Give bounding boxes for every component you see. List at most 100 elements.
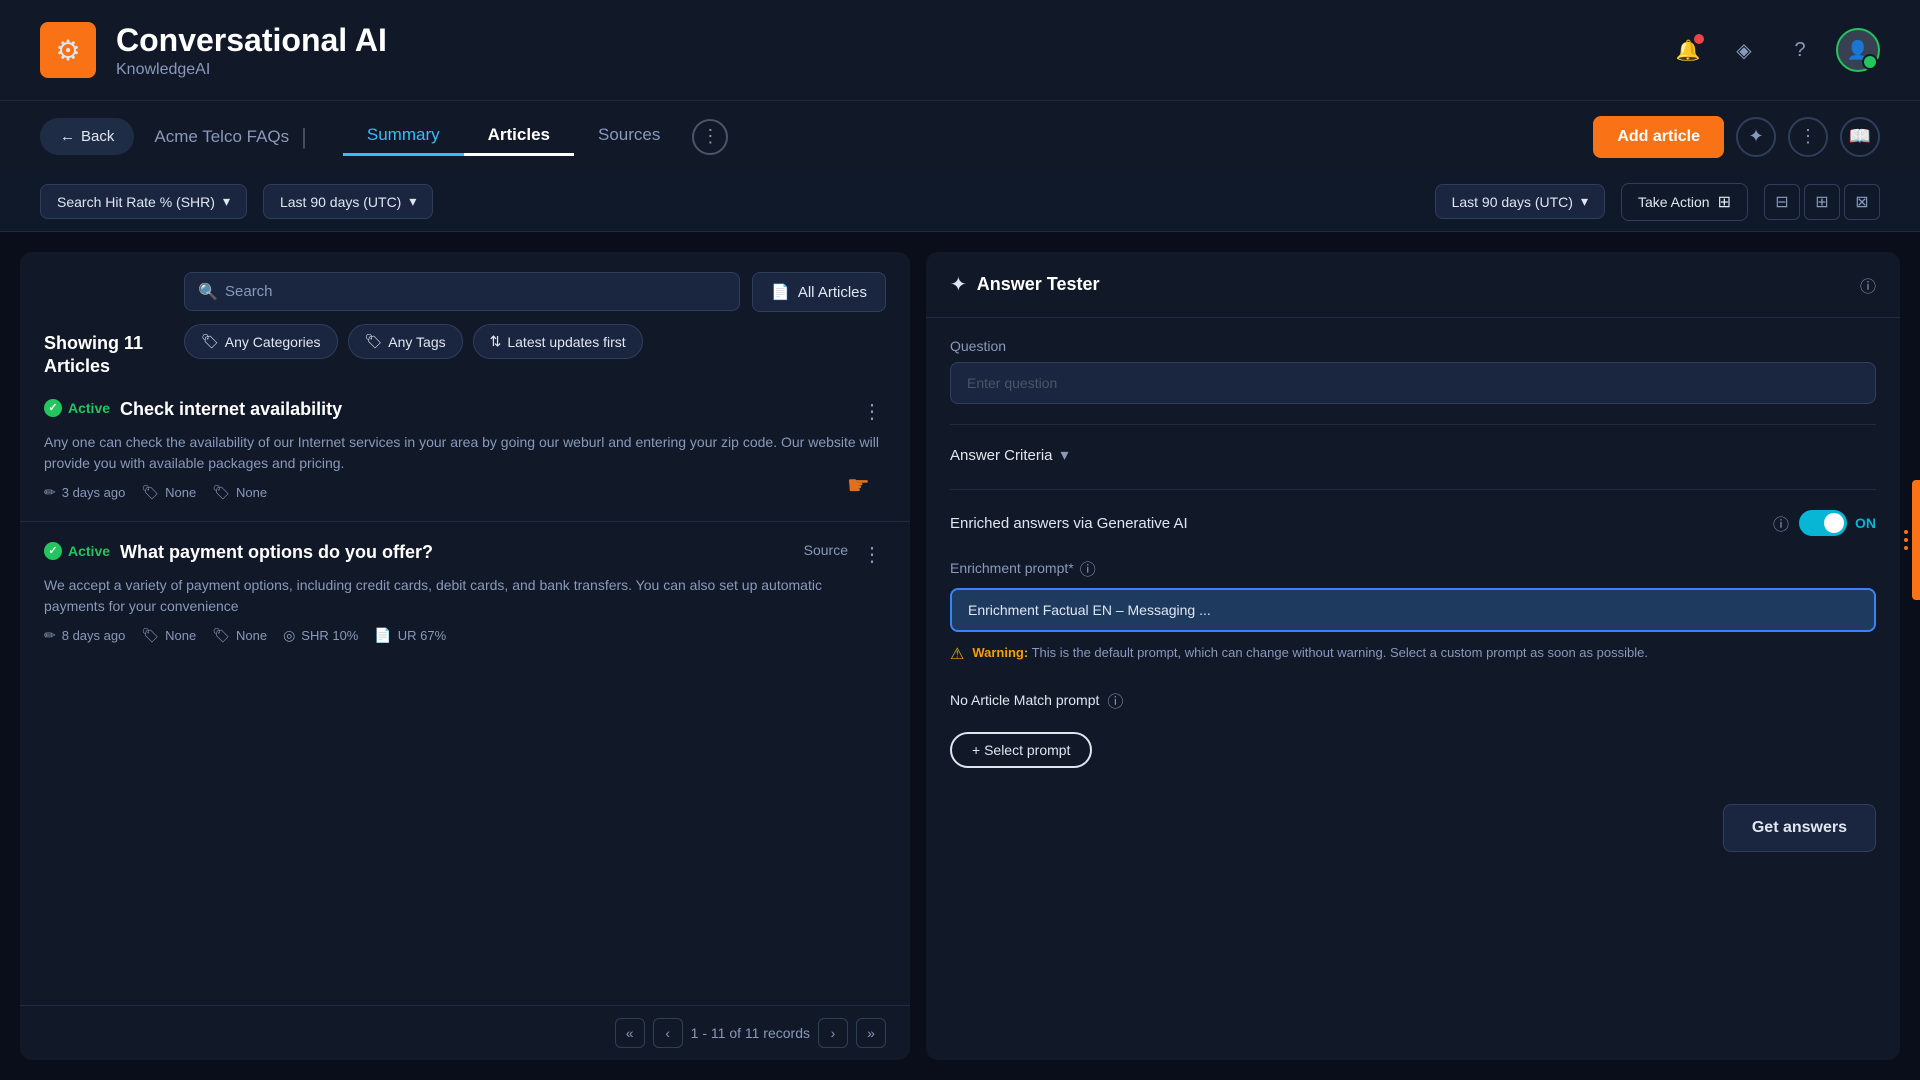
breadcrumb-separator: | [301,124,307,150]
answer-criteria-row[interactable]: Answer Criteria ▾ [950,445,1876,465]
side-dot [1904,530,1908,534]
book-icon-button[interactable]: 📖 [1840,117,1880,157]
tag-icon: 🏷 [201,333,219,350]
view-btn-2[interactable]: ⊞ [1804,184,1840,220]
avatar[interactable]: 👤 [1836,28,1880,72]
answer-panel: ✦ Answer Tester ⓘ Question Answer Criter… [926,252,1900,1060]
take-action-button[interactable]: Take Action ⊞ [1621,183,1748,221]
enriched-label: Enriched answers via Generative AI [950,515,1763,532]
back-button[interactable]: ← Back [40,118,134,155]
get-answers-button[interactable]: Get answers [1723,804,1876,852]
more-options-button[interactable]: ⋮ [1788,117,1828,157]
article-description: We accept a variety of payment options, … [44,575,886,617]
warning-text: Warning: This is the default prompt, whi… [972,644,1648,662]
article-more-button[interactable]: ⋮ [858,399,886,424]
select-prompt-button[interactable]: + Select prompt [950,732,1092,768]
side-dot [1904,546,1908,550]
status-badge: ✓ Active [44,542,110,560]
status-badge: ✓ Active [44,399,110,417]
notifications-button[interactable]: 🔔 [1668,30,1708,70]
tab-articles[interactable]: Articles [464,117,574,156]
warning-box: ⚠ Warning: This is the default prompt, w… [950,644,1876,680]
help-button[interactable]: ? [1780,30,1820,70]
info-icon-nomatch[interactable]: ⓘ [1107,688,1123,712]
chevron-down-icon: ▾ [1061,445,1069,465]
date-filter-left[interactable]: Last 90 days (UTC) ▾ [263,184,433,219]
app-logo: ⚙ [40,22,96,78]
more-tabs-button[interactable]: ⋮ [692,119,728,155]
add-article-button[interactable]: Add article [1593,116,1724,158]
articles-icon: 📄 [771,283,790,301]
tab-sources[interactable]: Sources [574,117,684,156]
article-meta: ✏ 3 days ago 🏷 None 🏷 None [44,484,886,501]
wand-icon-button[interactable]: ✦ [1736,117,1776,157]
doc-icon: 📄 [374,627,391,644]
article-tag2: 🏷 None [212,627,267,644]
no-match-row: No Article Match prompt ⓘ [950,688,1876,712]
article-ur: 📄 UR 67% [374,627,446,644]
articles-panel: Showing 11 Articles 🔍 📄 All Articles [20,252,910,1060]
toggle-label: ON [1855,515,1876,531]
date-filter-right[interactable]: Last 90 days (UTC) ▾ [1435,184,1605,219]
chart-icon: ◎ [283,627,295,644]
side-accent [1912,480,1920,600]
article-meta: ✏ 8 days ago 🏷 None 🏷 None ◎ SHR 10% [44,627,886,644]
article-date: ✏ 3 days ago [44,484,125,501]
info-icon[interactable]: ⓘ [1860,273,1876,297]
search-input[interactable] [184,272,740,311]
top-nav: ⚙ Conversational AI KnowledgeAI 🔔 ◈ ? 👤 [0,0,1920,100]
layers-button[interactable]: ◈ [1724,30,1764,70]
question-input[interactable] [950,362,1876,404]
categories-filter[interactable]: 🏷 Any Categories [184,324,338,359]
side-dots [1904,530,1908,550]
sort-filter[interactable]: ⇅ Latest updates first [473,324,643,359]
pencil-icon: ✏ [44,627,56,644]
article-title: Check internet availability [120,399,848,420]
nav-tabs: Summary Articles Sources ⋮ [343,117,728,156]
view-btn-3[interactable]: ⊠ [1844,184,1880,220]
article-header: ✓ Active What payment options do you off… [44,542,886,567]
page-next-button[interactable]: › [818,1018,848,1048]
info-icon-prompt[interactable]: ⓘ [1080,556,1096,580]
grid-icon: ⊞ [1718,192,1731,212]
search-icon: 🔍 [198,282,218,302]
answer-criteria-label: Answer Criteria [950,447,1053,464]
tag-icon: 🏷 [212,627,230,644]
article-tag1: 🏷 None [141,484,196,501]
tab-summary[interactable]: Summary [343,117,464,156]
article-title: What payment options do you offer? [120,542,794,563]
enriched-toggle[interactable] [1799,510,1847,536]
pencil-icon: ✏ [44,484,56,501]
filter-bar: Search Hit Rate % (SHR) ▾ Last 90 days (… [0,172,1920,232]
article-tag1: 🏷 None [141,627,196,644]
page-prev-button[interactable]: ‹ [653,1018,683,1048]
page-last-button[interactable]: » [856,1018,886,1048]
sort-icon: ⇅ [490,333,502,350]
enrichment-prompt-select[interactable]: Enrichment Factual EN – Messaging ... [950,588,1876,632]
tag-icon: 🏷 [141,627,159,644]
shr-filter[interactable]: Search Hit Rate % (SHR) ▾ [40,184,247,219]
main-content: Showing 11 Articles 🔍 📄 All Articles [0,232,1920,1080]
tags-filter[interactable]: 🏷 Any Tags [348,324,463,359]
article-description: Any one can check the availability of ou… [44,432,886,474]
app-title-block: Conversational AI KnowledgeAI [116,22,1648,79]
article-more-button[interactable]: ⋮ [858,542,886,567]
chevron-down-icon: ▾ [223,193,230,210]
page-first-button[interactable]: « [615,1018,645,1048]
page-info: 1 - 11 of 11 records [691,1025,810,1041]
view-btn-1[interactable]: ⊟ [1764,184,1800,220]
answer-panel-body: Question Answer Criteria ▾ Enriched answ… [926,318,1900,1060]
info-icon-enriched[interactable]: ⓘ [1773,511,1789,535]
back-arrow-icon: ← [60,128,75,145]
source-button[interactable]: Source [804,542,848,558]
no-match-label: No Article Match prompt [950,692,1099,708]
view-buttons: ⊟ ⊞ ⊠ [1764,184,1880,220]
side-dot [1904,538,1908,542]
all-articles-button[interactable]: 📄 All Articles [752,272,886,312]
showing-count: Showing 11 Articles [44,332,184,379]
article-tag2: 🏷 None [212,484,267,501]
status-dot: ✓ [44,542,62,560]
tag-icon: 🏷 [365,333,383,350]
chevron-down-icon: ▾ [1581,193,1588,210]
table-row: ✓ Active What payment options do you off… [20,522,910,664]
